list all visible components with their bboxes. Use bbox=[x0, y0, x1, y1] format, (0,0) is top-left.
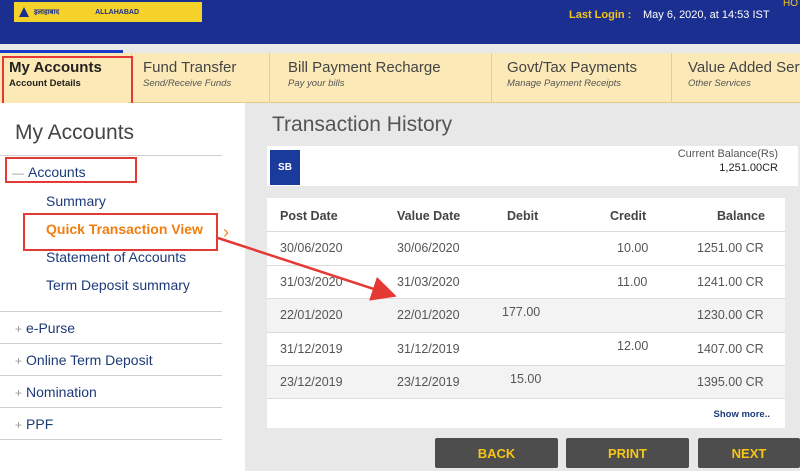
table-row[interactable]: 31/12/2019 31/12/2019 12.00 1407.00 CR bbox=[267, 333, 785, 366]
sidebar-item-online-term-deposit[interactable]: + Online Term Deposit bbox=[15, 352, 153, 368]
table-row[interactable]: 22/01/2020 22/01/2020 177.00 1230.00 CR bbox=[267, 299, 785, 332]
page-title: Transaction History bbox=[272, 113, 453, 136]
sidebar-item-nomination[interactable]: + Nomination bbox=[15, 384, 97, 400]
next-button[interactable]: NEXT bbox=[698, 438, 800, 468]
sidebar-item-label: Online Term Deposit bbox=[26, 352, 153, 368]
sidebar-title: My Accounts bbox=[15, 121, 135, 144]
chevron-right-icon: › bbox=[223, 222, 229, 242]
bank-logo[interactable]: इलाहाबाद ALLAHABAD bbox=[14, 2, 202, 22]
tab-sublabel: Other Services bbox=[688, 78, 751, 89]
transaction-table: Post Date Value Date Debit Credit Balanc… bbox=[267, 198, 785, 428]
expand-icon: + bbox=[15, 418, 23, 432]
row-divider bbox=[267, 398, 785, 399]
current-balance-label: Current Balance(Rs) bbox=[677, 148, 778, 160]
column-header-balance: Balance bbox=[717, 209, 765, 223]
tab-sublabel: Pay your bills bbox=[288, 78, 345, 89]
logo-english-text: ALLAHABAD bbox=[95, 8, 140, 16]
cell-debit: 177.00 bbox=[502, 305, 541, 319]
sidebar-item-label: Nomination bbox=[26, 384, 97, 400]
sidebar-divider bbox=[0, 407, 222, 408]
highlight-box-accounts bbox=[5, 157, 137, 183]
tab-sublabel: Manage Payment Receipts bbox=[507, 78, 622, 89]
sidebar-divider bbox=[0, 311, 222, 312]
cell-credit: 12.00 bbox=[617, 339, 649, 353]
last-login-value: May 6, 2020, at 14:53 IST bbox=[643, 9, 770, 21]
cell-post-date: 31/03/2020 bbox=[280, 275, 343, 289]
tab-label: Bill Payment Recharge bbox=[288, 59, 441, 76]
cell-value-date: 22/01/2020 bbox=[397, 308, 460, 322]
home-link[interactable]: HO bbox=[783, 0, 798, 9]
tab-bill-payment[interactable]: Bill Payment Recharge Pay your bills bbox=[269, 53, 491, 103]
cell-post-date: 30/06/2020 bbox=[280, 241, 343, 255]
sidebar-divider bbox=[0, 155, 222, 156]
sidebar-item-label: PPF bbox=[26, 416, 54, 432]
highlight-box-quick-transaction-view bbox=[23, 213, 218, 251]
tab-value-added-services[interactable]: Value Added Serv Other Services bbox=[671, 53, 800, 103]
column-header-credit: Credit bbox=[610, 209, 647, 223]
cell-value-date: 31/03/2020 bbox=[397, 275, 460, 289]
tab-label: Fund Transfer bbox=[143, 59, 237, 76]
expand-icon: + bbox=[15, 322, 23, 336]
cell-balance: 1407.00 CR bbox=[697, 342, 764, 356]
cell-credit: 11.00 bbox=[617, 275, 648, 289]
print-button[interactable]: PRINT bbox=[566, 438, 689, 468]
logo-hindi-text: इलाहाबाद bbox=[34, 8, 60, 16]
cell-credit: 10.00 bbox=[617, 241, 649, 255]
account-summary-card: SB Current Balance(Rs) 1,251.00CR bbox=[267, 146, 798, 186]
tab-label: Govt/Tax Payments bbox=[507, 59, 638, 76]
cell-post-date: 23/12/2019 bbox=[280, 375, 343, 389]
cell-value-date: 23/12/2019 bbox=[397, 375, 460, 389]
column-header-debit: Debit bbox=[507, 209, 539, 223]
show-more-link[interactable]: Show more.. bbox=[714, 409, 770, 420]
cell-balance: 1395.00 CR bbox=[697, 375, 764, 389]
cell-balance: 1251.00 CR bbox=[697, 241, 764, 255]
cell-post-date: 22/01/2020 bbox=[280, 308, 343, 322]
sidebar-item-e-purse[interactable]: + e-Purse bbox=[15, 320, 75, 336]
main-content: Transaction History SB Current Balance(R… bbox=[245, 103, 800, 471]
tab-fund-transfer[interactable]: Fund Transfer Send/Receive Funds bbox=[131, 53, 269, 103]
column-header-value-date: Value Date bbox=[397, 209, 461, 223]
sidebar-sub-summary[interactable]: Summary bbox=[46, 193, 106, 209]
sidebar-item-label: e-Purse bbox=[26, 320, 76, 336]
back-button[interactable]: BACK bbox=[435, 438, 558, 468]
tab-label: Value Added Serv bbox=[688, 59, 800, 76]
cell-debit: 15.00 bbox=[510, 372, 542, 386]
sidebar-divider bbox=[0, 375, 222, 376]
sidebar-sub-term-deposit-summary[interactable]: Term Deposit summary bbox=[46, 277, 190, 293]
column-header-post-date: Post Date bbox=[280, 209, 338, 223]
expand-icon: + bbox=[15, 386, 23, 400]
sidebar-divider bbox=[0, 343, 222, 344]
sidebar-item-ppf[interactable]: + PPF bbox=[15, 416, 53, 432]
tab-sublabel: Send/Receive Funds bbox=[143, 78, 232, 89]
account-type-badge: SB bbox=[270, 150, 300, 185]
top-header: इलाहाबाद ALLAHABAD Last Login : May 6, 2… bbox=[0, 0, 800, 44]
table-row[interactable]: 23/12/2019 23/12/2019 15.00 1395.00 CR bbox=[267, 366, 785, 399]
cell-balance: 1241.00 CR bbox=[697, 275, 764, 289]
sidebar-sub-statement-of-accounts[interactable]: Statement of Accounts bbox=[46, 249, 186, 265]
table-row[interactable]: 30/06/2020 30/06/2020 10.00 1251.00 CR bbox=[267, 232, 785, 265]
table-row[interactable]: 31/03/2020 31/03/2020 11.00 1241.00 CR bbox=[267, 266, 785, 299]
cell-value-date: 30/06/2020 bbox=[397, 241, 460, 255]
sidebar-divider bbox=[0, 439, 222, 440]
expand-icon: + bbox=[15, 354, 23, 368]
last-login-label: Last Login : bbox=[569, 9, 632, 21]
cell-value-date: 31/12/2019 bbox=[397, 342, 460, 356]
current-balance-value: 1,251.00CR bbox=[719, 162, 778, 174]
tab-govt-tax-payments[interactable]: Govt/Tax Payments Manage Payment Receipt… bbox=[491, 53, 671, 103]
cell-balance: 1230.00 CR bbox=[697, 308, 764, 322]
bank-logo-icon bbox=[19, 7, 29, 17]
cell-post-date: 31/12/2019 bbox=[280, 342, 343, 356]
